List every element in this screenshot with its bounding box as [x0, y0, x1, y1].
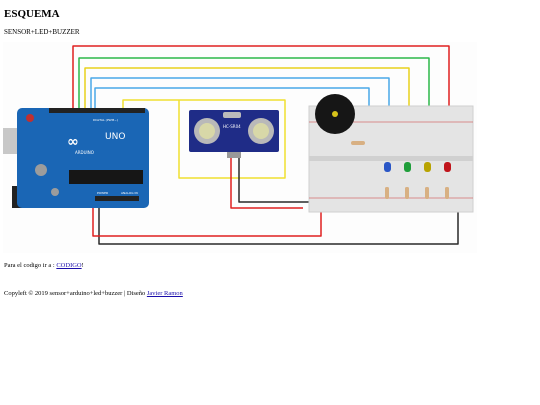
footer: Copyleft © 2019 sensor+arduino+led+buzze… [4, 290, 183, 297]
page-title: ESQUEMA [4, 8, 60, 20]
led-blue [384, 162, 391, 172]
codigo-prefix: Para el codigo ir a : [4, 262, 55, 269]
arduino-logo: ∞ [67, 134, 79, 150]
arduino-board: ∞ UNO ARDUINO DIGITAL (PWM~) POWER ANALO… [3, 108, 149, 208]
page-subtitle: SENSOR+LED+BUZZER [4, 28, 80, 36]
led-green [404, 162, 411, 172]
ultrasonic-sensor: HC-SR04 [189, 110, 279, 158]
codigo-suffix: ! [81, 262, 84, 269]
codigo-link[interactable]: CODIGO [56, 262, 81, 269]
arduino-digital-label: DIGITAL (PWM~) [93, 118, 118, 122]
arduino-analog-label: ANALOG IN [121, 191, 138, 195]
arduino-power-label: POWER [97, 191, 108, 195]
author-link[interactable]: Javier Ramon [147, 290, 183, 297]
codigo-line: Para el codigo ir a : CODIGO! [4, 262, 84, 269]
led-yellow [424, 162, 431, 172]
circuit-diagram: ∞ UNO ARDUINO DIGITAL (PWM~) POWER ANALO… [3, 42, 477, 253]
sensor-model-label: HC-SR04 [223, 124, 241, 129]
arduino-brand-label: ARDUINO [75, 150, 94, 155]
led-red [444, 162, 451, 172]
footer-text: Copyleft © 2019 sensor+arduino+led+buzze… [4, 290, 146, 297]
resistor-buzzer [351, 141, 365, 145]
arduino-uno-label: UNO [105, 132, 125, 142]
